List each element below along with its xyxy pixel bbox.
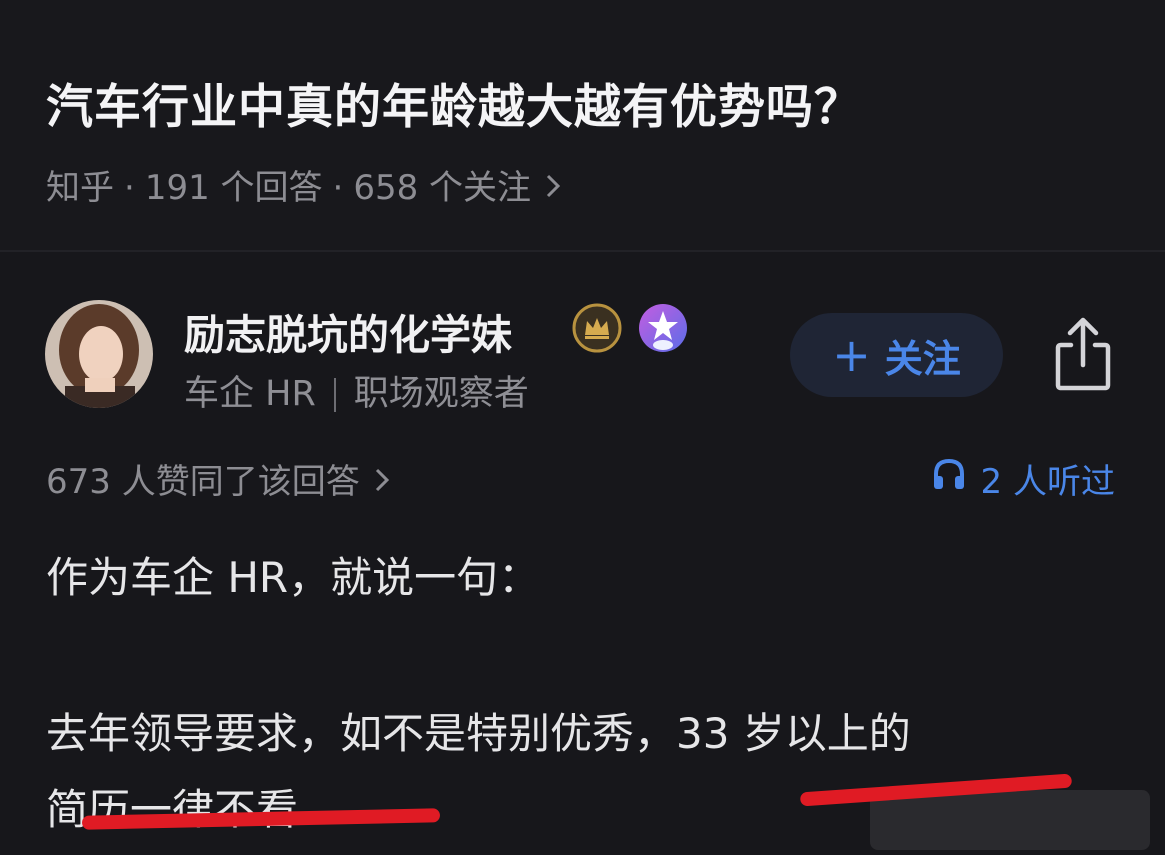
star-badge-icon[interactable] [638, 303, 688, 353]
headphones-icon [931, 456, 967, 501]
chevron-right-icon [545, 172, 561, 207]
meta-separator: · [332, 168, 344, 208]
avatar[interactable] [45, 300, 153, 408]
divider [333, 378, 336, 412]
listen-count[interactable]: 2 人听过 [931, 454, 1115, 503]
author-description: 车企 HR 职场观察者 [184, 365, 529, 416]
follow-button[interactable]: + 关注 [790, 313, 1003, 397]
author-row: 励志脱坑的化学妹 车企 HR 职场观察者 + 关注 [0, 255, 1165, 425]
question-meta[interactable]: 知乎 · 191 个回答 · 658 个关注 [46, 160, 561, 209]
answer-line: 去年领导要求，如不是特别优秀，33 岁以上的 [46, 709, 911, 758]
plus-icon: + [832, 328, 871, 382]
obscured-area [870, 790, 1150, 850]
source-label: 知乎 [46, 168, 114, 208]
crown-badge-icon[interactable] [572, 303, 622, 353]
followers-count: 658 个关注 [353, 168, 532, 208]
answers-count: 191 个回答 [144, 168, 323, 208]
author-name[interactable]: 励志脱坑的化学妹 [184, 301, 512, 361]
listened-label: 2 人听过 [980, 462, 1115, 502]
share-icon[interactable] [1053, 315, 1113, 391]
chevron-right-icon [374, 466, 390, 501]
author-role: 职场观察者 [353, 374, 529, 414]
upvote-count: 673 人赞同了该回答 [46, 462, 360, 502]
answer-paragraph: 作为车企 HR，就说一句： [46, 553, 541, 602]
upvote-summary[interactable]: 673 人赞同了该回答 [46, 454, 390, 503]
author-title: 车企 HR [184, 374, 316, 414]
question-title[interactable]: 汽车行业中真的年龄越大越有优势吗？ [46, 68, 862, 137]
answer-stats: 673 人赞同了该回答 2 人听过 [0, 450, 1165, 503]
meta-separator: · [124, 168, 135, 208]
question-header: 汽车行业中真的年龄越大越有优势吗？ 知乎 · 191 个回答 · 658 个关注 [0, 0, 1165, 252]
follow-label: 关注 [884, 336, 961, 381]
